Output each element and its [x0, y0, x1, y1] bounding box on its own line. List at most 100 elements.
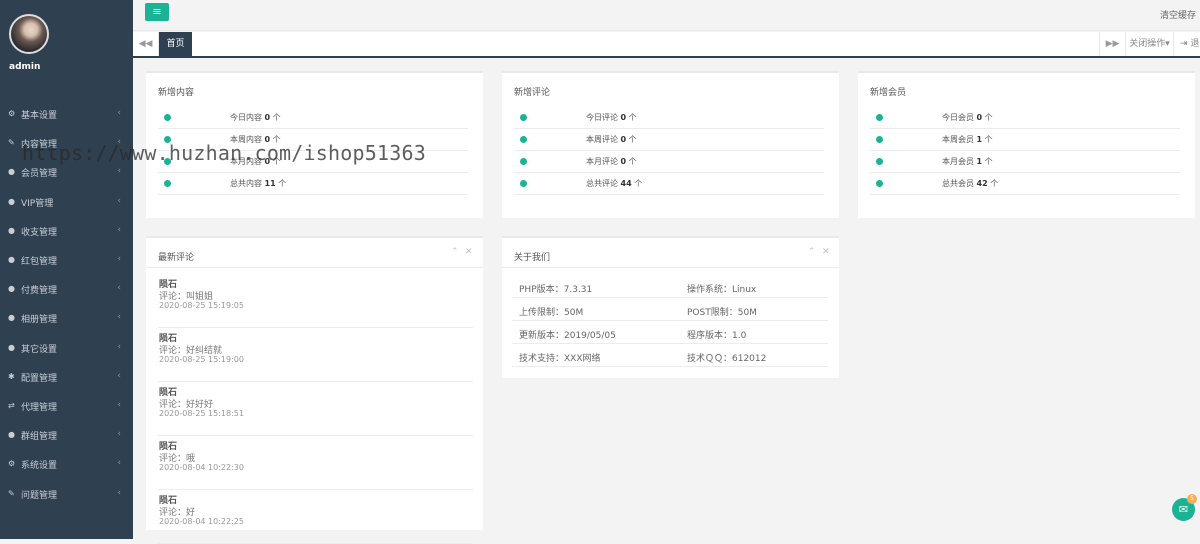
sidebar-item[interactable]: ● 其它设置 ‹ — [0, 338, 133, 358]
stat-unit: 个 — [628, 135, 637, 144]
user-icon: ● — [8, 196, 15, 206]
about-row: 技术支持：XXX网络 技术ＱＱ：612012 — [512, 345, 828, 367]
chat-icon: ✉ — [1178, 503, 1189, 516]
sidebar-item[interactable]: ⇄ 代理管理 ‹ — [0, 396, 133, 416]
sidebar-item[interactable]: ✱ 配置管理 ‹ — [0, 367, 133, 387]
stat-unit: 个 — [984, 157, 993, 166]
exit-button[interactable]: ⇥ 退 — [1173, 32, 1200, 56]
stat-card-title: 新增会员 — [870, 88, 907, 98]
sidebar-item[interactable]: ⚙ 基本设置 ‹ — [0, 104, 133, 124]
status-dot-icon — [520, 136, 527, 143]
stat-label: 总共会员 — [942, 179, 974, 188]
sidebar-item-label: 问题管理 — [21, 490, 58, 501]
backward-icon: ◀◀ — [138, 39, 153, 49]
stat-label: 今日会员 — [942, 113, 974, 122]
tab-scroll-left-button[interactable]: ◀◀ — [133, 32, 159, 56]
comment-item[interactable]: 陨石 评论：好纠结就 2020-08-25 15:19:00 — [158, 328, 473, 382]
stat-text: 今日评论 0 个 — [586, 112, 637, 123]
stat-card-title: 新增评论 — [514, 88, 551, 98]
sidebar-item[interactable]: ✎ 问题管理 ‹ — [0, 484, 133, 504]
menu-icon: ≡ — [152, 5, 162, 18]
stat-label: 本月会员 — [942, 157, 974, 166]
stat-value: 0 — [976, 113, 983, 122]
collapse-icon[interactable]: ⌃ — [451, 247, 459, 257]
about-row: 上传限制：50M POST限制：50M — [512, 299, 828, 321]
chevron-left-icon: ‹ — [117, 283, 121, 294]
stat-row: 总共评论 44 个 — [514, 173, 824, 195]
stat-unit: 个 — [628, 157, 637, 166]
close-icon[interactable]: ✕ — [465, 247, 473, 257]
chevron-left-icon: ‹ — [117, 195, 121, 206]
stat-value: 0 — [620, 157, 627, 166]
stat-row: 本周评论 0 个 — [514, 129, 824, 151]
chevron-left-icon: ‹ — [117, 224, 121, 235]
status-dot-icon — [520, 114, 527, 121]
stat-row: 本周会员 1 个 — [870, 129, 1180, 151]
tab-scroll-right-button[interactable]: ▶▶ — [1099, 32, 1125, 56]
collapse-icon[interactable]: ⌃ — [808, 247, 816, 257]
chevron-left-icon: ‹ — [117, 400, 121, 410]
about-left: 更新版本：2019/05/05 — [519, 331, 616, 341]
stat-row: 今日内容 0 个 — [158, 107, 468, 129]
stat-label: 本月评论 — [586, 157, 618, 166]
status-dot-icon — [876, 136, 883, 143]
about-row: PHP版本：7.3.31 操作系统：Linux — [512, 276, 828, 298]
comment-item[interactable]: 陨石 评论：叫姐姐 2020-08-25 15:19:05 — [158, 274, 473, 328]
forward-icon: ▶▶ — [1105, 39, 1120, 49]
close-tabs-dropdown[interactable]: 关闭操作▾ — [1125, 32, 1173, 56]
sidebar-item-label: 红包管理 — [21, 257, 58, 267]
status-dot-icon — [876, 114, 883, 121]
about-left: 上传限制：50M — [519, 308, 584, 318]
sidebar-item[interactable]: ⚙ 系统设置 ‹ — [0, 454, 133, 474]
stat-unit: 个 — [272, 113, 281, 122]
cogs-icon: ⚙ — [8, 459, 16, 469]
stat-label: 今日内容 — [230, 113, 262, 122]
stat-text: 本月评论 0 个 — [586, 156, 637, 167]
latest-comments-panel: 最新评论 ⌃ ✕ 陨石 评论：叫姐姐 2020-08-25 15:19:05 陨石 评论… — [146, 236, 483, 544]
comment-item[interactable]: 陨石 评论：哦 2020-08-04 10:22:30 — [158, 436, 473, 490]
about-right: 技术ＱＱ：612012 — [687, 354, 767, 364]
sidebar-item[interactable]: ● 群组管理 ‹ — [0, 425, 133, 445]
status-dot-icon — [520, 158, 527, 165]
comment-item[interactable]: 陨石 评论：好好好 2020-08-25 15:18:51 — [158, 382, 473, 436]
sidebar-item[interactable]: ● 收支管理 ‹ — [0, 221, 133, 241]
tab-bar: ◀◀ 首页 ▶▶ 关闭操作▾ ⇥ 退 — [133, 32, 1200, 58]
sidebar-item-label: 付费管理 — [21, 286, 58, 297]
stat-label: 本周评论 — [586, 135, 618, 144]
sidebar-item[interactable]: ● 相册管理 ‹ — [0, 308, 133, 328]
panel-title: 最新评论 — [158, 253, 195, 263]
stat-value: 1 — [976, 157, 983, 166]
sidebar-item[interactable]: ● 红包管理 ‹ — [0, 250, 133, 270]
stat-text: 本周会员 1 个 — [942, 134, 993, 145]
top-navbar: ≡ 清空缓存 — [133, 0, 1200, 31]
user-icon: ● — [8, 225, 15, 235]
comment-item[interactable]: 陨石 评论：好 2020-08-04 10:22:25 — [158, 490, 473, 544]
avatar[interactable] — [9, 14, 49, 54]
user-icon: ● — [8, 255, 15, 264]
chevron-left-icon: ‹ — [117, 312, 121, 323]
stat-row: 总共内容 11 个 — [158, 173, 468, 195]
stat-row: 总共会员 42 个 — [870, 173, 1180, 195]
about-right: 操作系统：Linux — [687, 285, 757, 295]
clear-cache-link[interactable]: 清空缓存 — [1160, 8, 1196, 21]
sidebar-item-label: 群组管理 — [21, 432, 58, 443]
stat-label: 总共评论 — [586, 179, 618, 188]
sidebar-item-label: 其它设置 — [21, 344, 58, 355]
stat-card-comments: 新增评论 今日评论 0 个本周评论 0 个本月评论 0 个总共评论 44 个 — [502, 71, 839, 218]
sidebar-item[interactable]: ● 会员管理 ‹ — [0, 162, 133, 182]
chevron-left-icon: ‹ — [117, 108, 121, 118]
close-icon[interactable]: ✕ — [822, 247, 830, 257]
stat-row: 本月会员 1 个 — [870, 151, 1180, 173]
stat-text: 今日会员 0 个 — [942, 112, 993, 123]
stat-value: 0 — [620, 113, 627, 122]
sidebar-item-label: 会员管理 — [21, 169, 58, 180]
stat-unit: 个 — [278, 179, 287, 188]
stat-unit: 个 — [990, 179, 999, 188]
chevron-left-icon: ‹ — [117, 487, 121, 498]
sidebar-item[interactable]: ● VIP管理 ‹ — [0, 192, 133, 212]
comment-date: 2020-08-25 15:18:51 — [159, 409, 244, 418]
stat-value: 1 — [976, 135, 983, 144]
sidebar-item[interactable]: ● 付费管理 ‹ — [0, 279, 133, 299]
menu-toggle-button[interactable]: ≡ — [145, 3, 169, 21]
tab-home[interactable]: 首页 — [159, 32, 192, 56]
